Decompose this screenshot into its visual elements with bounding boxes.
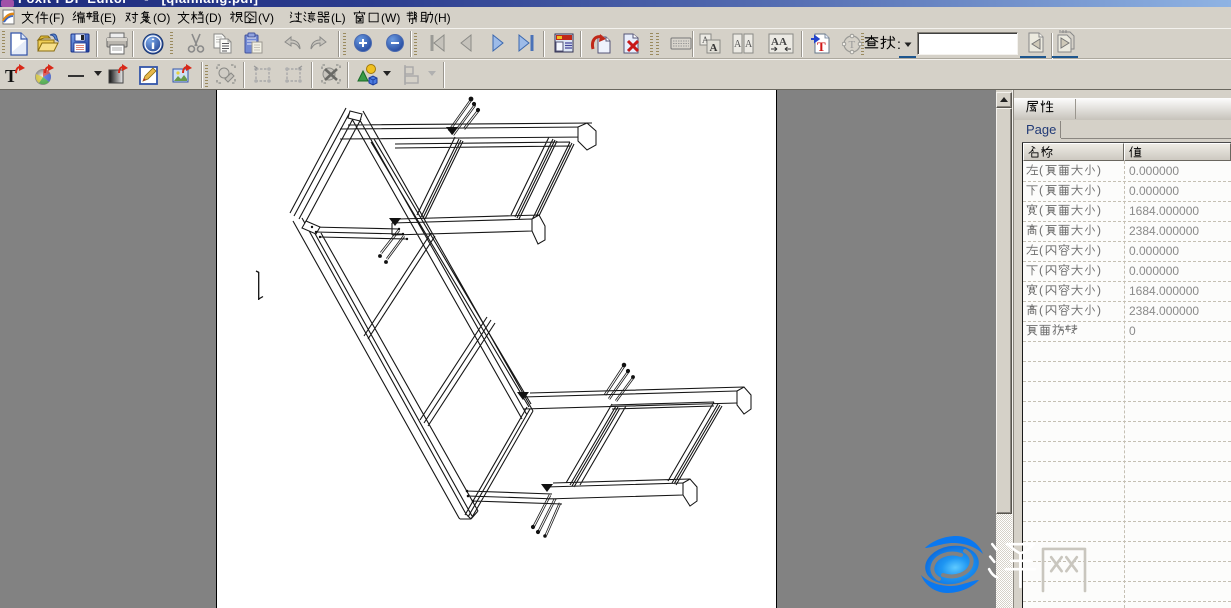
svg-text:): ) [1097, 203, 1101, 217]
svg-text:A: A [710, 42, 718, 54]
svg-text:T: T [849, 39, 856, 51]
svg-text:(: ( [1039, 303, 1043, 317]
svg-text:(: ( [1039, 243, 1043, 257]
svg-text:(: ( [1039, 223, 1043, 237]
svg-text:): ) [1097, 243, 1101, 257]
svg-text:): ) [1097, 223, 1101, 237]
svg-text:(: ( [1039, 283, 1043, 297]
svg-text:A: A [734, 39, 742, 50]
svg-text:(: ( [1039, 203, 1043, 217]
svg-text:): ) [1097, 303, 1101, 317]
svg-text:A: A [745, 39, 753, 50]
svg-text:(: ( [1039, 263, 1043, 277]
svg-text:(: ( [1039, 163, 1043, 177]
svg-text:): ) [1097, 163, 1101, 177]
svg-text:(: ( [1039, 183, 1043, 197]
svg-text:): ) [1097, 183, 1101, 197]
svg-text:): ) [1097, 263, 1101, 277]
svg-text:T: T [817, 39, 826, 54]
svg-text:T: T [5, 66, 17, 86]
svg-text:): ) [1097, 283, 1101, 297]
svg-text:AA: AA [771, 36, 787, 48]
